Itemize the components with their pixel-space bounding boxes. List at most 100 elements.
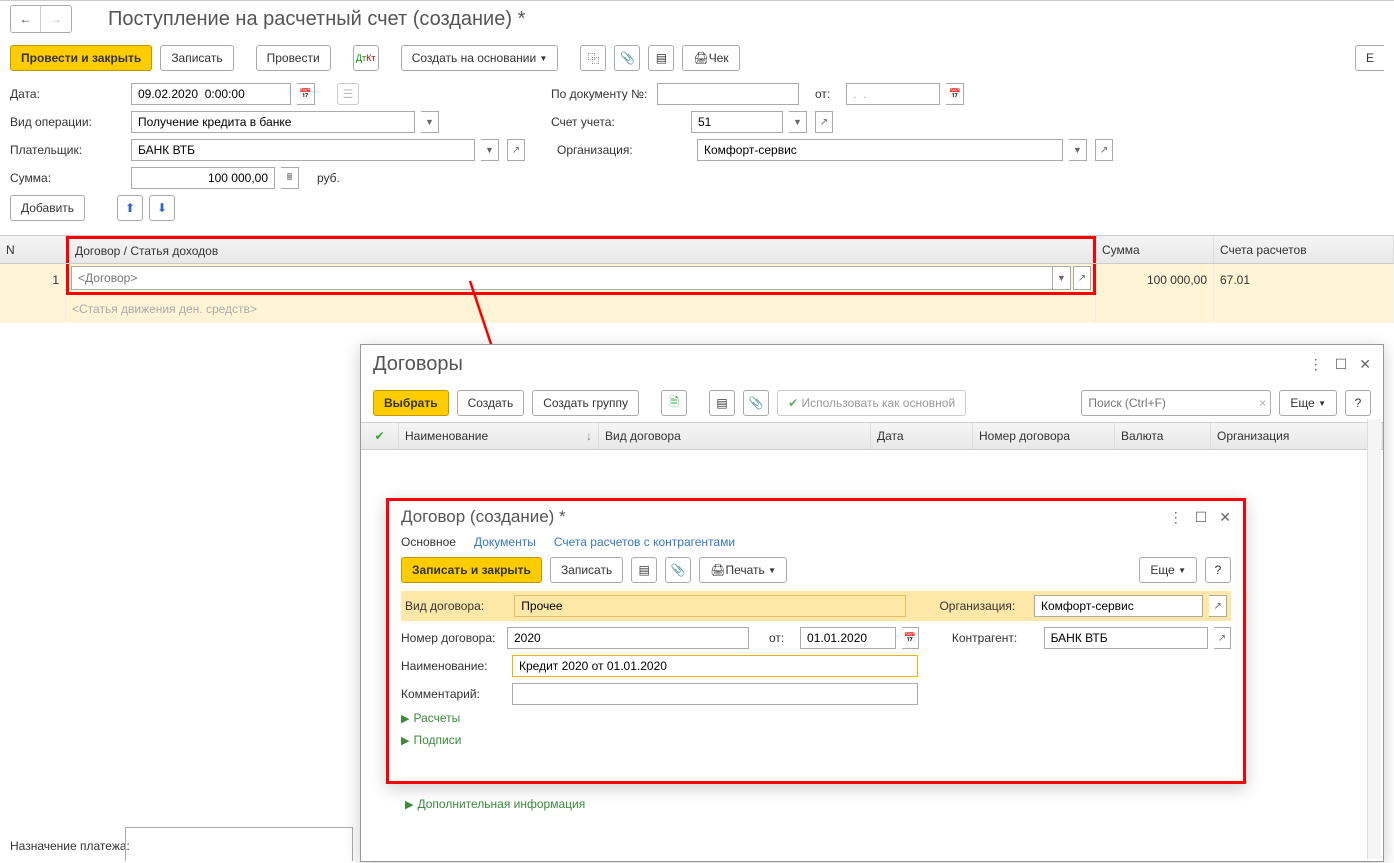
payer-input[interactable] — [131, 139, 475, 161]
col-sum[interactable]: Сумма — [1096, 236, 1214, 263]
more-button[interactable]: Е — [1355, 45, 1384, 71]
move-up-button[interactable]: ⬆ — [117, 195, 143, 221]
list3-icon-button[interactable]: ▤ — [631, 557, 657, 583]
create-based-on-button[interactable]: Создать на основании ▼ — [401, 45, 559, 71]
cell-n: 1 — [0, 264, 66, 295]
nav-back-button[interactable]: ← — [11, 6, 41, 32]
use-as-main-button[interactable]: ✔ Использовать как основной — [777, 390, 966, 416]
popup2-maximize-icon[interactable]: ☐ — [1195, 509, 1208, 526]
check-button[interactable]: 🖨 Чек — [682, 45, 739, 71]
contract-open-button[interactable] — [1073, 266, 1091, 290]
sum-input[interactable] — [131, 167, 275, 189]
payer-dropdown-button[interactable]: ▼ — [481, 139, 499, 161]
nav-forward-button[interactable]: → — [41, 6, 71, 32]
dtkt-icon-button[interactable]: ДтКт — [353, 45, 379, 71]
contract-type-input[interactable] — [514, 595, 906, 617]
purpose-input[interactable] — [125, 827, 353, 861]
help-button[interactable]: ? — [1345, 390, 1371, 416]
tab-accounts[interactable]: Счета расчетов с контрагентами — [554, 535, 735, 549]
date-calendar-button[interactable] — [297, 83, 315, 105]
section-calc[interactable]: Расчеты — [413, 711, 460, 725]
date-input[interactable] — [131, 83, 291, 105]
cell-flow[interactable]: <Статья движения ден. средств> — [66, 295, 1096, 323]
list2-icon-button[interactable]: ▤ — [709, 390, 735, 416]
tab-docs[interactable]: Документы — [474, 535, 536, 549]
attachment-icon-button[interactable]: 📎 — [614, 45, 640, 71]
contragent-open-button[interactable] — [1214, 627, 1231, 649]
account-dropdown-button[interactable]: ▼ — [789, 111, 807, 133]
search-input[interactable]: × — [1081, 390, 1271, 416]
cell-contract: ▼ — [66, 264, 1096, 295]
col-check[interactable]: ✔ — [361, 423, 399, 449]
contracts-popup: Договоры ⋮ ☐ ✕ Выбрать Создать Создать г… — [360, 344, 1384, 862]
operation-input[interactable] — [131, 111, 415, 133]
account-open-button[interactable] — [815, 111, 833, 133]
move-down-button[interactable]: ⬇ — [149, 195, 175, 221]
post-and-close-button[interactable]: Провести и закрыть — [10, 45, 152, 71]
create-button[interactable]: Создать — [457, 390, 525, 416]
post-button[interactable]: Провести — [256, 45, 331, 71]
attach3-icon-button[interactable]: 📎 — [665, 557, 691, 583]
col-accounts[interactable]: Счета расчетов — [1214, 236, 1394, 263]
col-name-h[interactable]: Наименование↓ — [399, 423, 599, 449]
org-label: Организация: — [557, 143, 657, 157]
add-row-button[interactable]: Добавить — [10, 195, 85, 221]
popup2-close-icon[interactable]: ✕ — [1219, 509, 1231, 526]
create-group-button[interactable]: Создать группу — [532, 390, 639, 416]
org-dropdown-button[interactable]: ▼ — [1069, 139, 1087, 161]
section-additional[interactable]: Дополнительная информация — [417, 797, 585, 811]
num-input[interactable] — [507, 627, 749, 649]
org2-open-button[interactable] — [1209, 595, 1227, 617]
org-input[interactable] — [697, 139, 1063, 161]
from2-calendar-button[interactable] — [902, 627, 919, 649]
col-date-h[interactable]: Дата — [871, 423, 973, 449]
contragent-input[interactable] — [1044, 627, 1208, 649]
comment-input[interactable] — [512, 683, 918, 705]
copy-icon-button[interactable]: 🗎 — [661, 390, 687, 416]
select-button[interactable]: Выбрать — [373, 390, 449, 416]
account-input[interactable] — [691, 111, 783, 133]
table-row[interactable]: 1 ▼ 100 000,00 67.01 — [0, 264, 1394, 295]
from-date-input[interactable] — [846, 83, 940, 105]
scrollbar[interactable] — [1367, 419, 1381, 859]
from2-label: от: — [769, 631, 784, 645]
col-type-h[interactable]: Вид договора — [599, 423, 871, 449]
contracts-title: Договоры — [373, 353, 463, 376]
comment-label: Комментарий: — [401, 687, 506, 701]
print-button[interactable]: 🖨 Печать ▼ — [699, 557, 787, 583]
flag-icon-button[interactable]: ☰ — [337, 83, 359, 105]
col-num-h[interactable]: Номер договора — [973, 423, 1115, 449]
sum-calc-button[interactable]: 🖩 — [281, 167, 299, 189]
more-button-3[interactable]: Еще ▼ — [1139, 557, 1197, 583]
write-button-2[interactable]: Записать — [550, 557, 623, 583]
save-close-button[interactable]: Записать и закрыть — [401, 557, 542, 583]
write-button[interactable]: Записать — [160, 45, 233, 71]
from-calendar-button[interactable] — [946, 83, 964, 105]
from2-input[interactable] — [800, 627, 896, 649]
col-cur-h[interactable]: Валюта — [1115, 423, 1211, 449]
col-org-h[interactable]: Организация — [1211, 423, 1383, 449]
section-sign[interactable]: Подписи — [413, 733, 461, 747]
structure-icon-button[interactable]: ⿻ — [580, 45, 606, 71]
popup-maximize-icon[interactable]: ☐ — [1335, 356, 1348, 373]
nav-buttons: ← → — [10, 5, 72, 33]
name-input[interactable] — [512, 655, 918, 677]
doc-num-input[interactable] — [657, 83, 799, 105]
operation-dropdown-button[interactable]: ▼ — [421, 111, 439, 133]
org2-input[interactable] — [1034, 595, 1203, 617]
list-icon-button[interactable]: ▤ — [648, 45, 674, 71]
help-button-2[interactable]: ? — [1205, 557, 1231, 583]
org-open-button[interactable] — [1095, 139, 1113, 161]
more-button-2[interactable]: Еще ▼ — [1279, 390, 1337, 416]
attach2-icon-button[interactable]: 📎 — [743, 390, 769, 416]
payer-open-button[interactable] — [507, 139, 525, 161]
popup-close-icon[interactable]: ✕ — [1359, 356, 1371, 373]
account-label: Счет учета: — [551, 115, 651, 129]
contract-input[interactable] — [71, 266, 1053, 290]
col-n[interactable]: N — [0, 236, 66, 263]
col-contract[interactable]: Договор / Статья доходов — [66, 236, 1096, 263]
tab-main[interactable]: Основное — [401, 535, 456, 549]
popup-menu-icon[interactable]: ⋮ — [1309, 356, 1323, 373]
contract-dropdown-button[interactable]: ▼ — [1053, 266, 1071, 290]
popup2-menu-icon[interactable]: ⋮ — [1169, 509, 1183, 526]
